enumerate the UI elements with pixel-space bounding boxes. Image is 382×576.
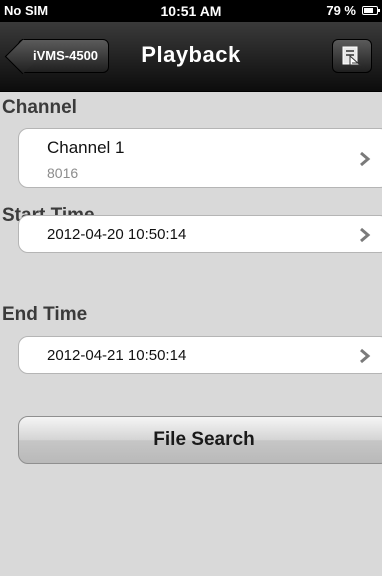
clock-time: 10:51 AM xyxy=(160,3,222,19)
navigation-bar: iVMS-4500 Playback xyxy=(0,22,382,92)
battery-icon xyxy=(362,6,380,15)
playback-list-button[interactable] xyxy=(332,39,372,73)
battery-fill xyxy=(364,8,373,13)
channel-cell[interactable]: Channel 1 8016 xyxy=(18,128,382,188)
file-search-button[interactable]: File Search xyxy=(18,416,382,464)
battery-percent: 79 % xyxy=(326,3,356,18)
playback-list-icon xyxy=(342,46,362,66)
playback-screen: No SIM 10:51 AM 79 % iVMS-4500 Playback … xyxy=(0,0,382,576)
end-time-cell[interactable]: 2012-04-21 10:50:14 xyxy=(18,336,382,374)
content-area: Channel Channel 1 8016 Start Time 2012-0… xyxy=(0,92,382,576)
channel-id: 8016 xyxy=(47,165,79,181)
end-time-value: 2012-04-21 10:50:14 xyxy=(47,347,187,364)
channel-section-header: Channel xyxy=(0,92,382,124)
chevron-right-icon xyxy=(360,151,371,167)
channel-name: Channel 1 xyxy=(47,138,125,157)
start-time-cell[interactable]: 2012-04-20 10:50:14 xyxy=(18,215,382,253)
end-time-section-header: End Time xyxy=(0,299,382,331)
battery-nub xyxy=(378,9,380,12)
chevron-right-icon xyxy=(360,348,371,364)
status-bar: No SIM 10:51 AM 79 % xyxy=(0,0,382,22)
start-time-value: 2012-04-20 10:50:14 xyxy=(47,226,187,243)
back-button-label: iVMS-4500 xyxy=(33,48,99,63)
chevron-right-icon xyxy=(360,227,371,243)
